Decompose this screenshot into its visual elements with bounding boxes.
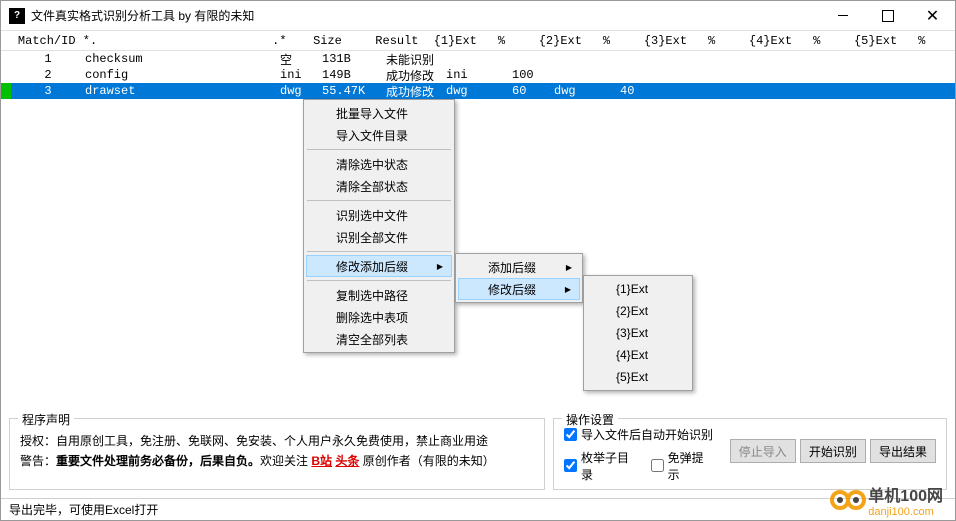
table-body: 1checksum空131B未能识别2configini149B成功修改ini1… [1,51,955,99]
col-p2[interactable]: % [599,34,640,48]
col-e4[interactable]: {4}Ext [745,34,809,48]
cb-enum-subdir[interactable]: 枚举子目录 [564,449,639,483]
mi-ext1[interactable]: {1}Ext [586,278,690,300]
mi-ext3[interactable]: {3}Ext [586,322,690,344]
col-p3[interactable]: % [704,34,745,48]
toutiao-link[interactable]: 头条 [335,454,359,468]
declare-line1: 授权：自用原创工具，免注册、免联网、免安装、个人用户永久免费使用，禁止商业用途 [20,431,534,451]
close-button[interactable]: ✕ [910,1,955,30]
ops-checkboxes: 导入文件后自动开始识别 枚举子目录 免弹提示 [564,426,714,483]
declare-panel: 程序声明 授权：自用原创工具，免注册、免联网、免安装、个人用户永久免费使用，禁止… [9,418,545,490]
col-size[interactable]: Size [309,34,371,48]
mi-ext5[interactable]: {5}Ext [586,366,690,388]
mi-modify-suffix[interactable]: 修改添加后缀 [306,255,452,277]
mi-identify-sel[interactable]: 识别选中文件 [306,204,452,226]
export-result-button[interactable]: 导出结果 [870,439,936,463]
mi-delete-sel[interactable]: 删除选中表项 [306,306,452,328]
col-e3[interactable]: {3}Ext [640,34,704,48]
col-result[interactable]: Result [371,34,429,48]
start-identify-button[interactable]: 开始识别 [800,439,866,463]
mi-ext2[interactable]: {2}Ext [586,300,690,322]
stop-import-button[interactable]: 停止导入 [730,439,796,463]
bottom-panel: 程序声明 授权：自用原创工具，免注册、免联网、免安装、个人用户永久免费使用，禁止… [9,418,947,490]
titlebar: ? 文件真实格式识别分析工具 by 有限的未知 ✕ [1,1,955,31]
window-title: 文件真实格式识别分析工具 by 有限的未知 [31,7,820,24]
table-area: Match/ID *. .* Size Result {1}Ext % {2}E… [1,31,955,410]
col-e5[interactable]: {5}Ext [850,34,914,48]
mi-clear-all-state[interactable]: 清除全部状态 [306,175,452,197]
ops-panel: 操作设置 导入文件后自动开始识别 枚举子目录 免弹提示 停止导入 开始识别 导出… [553,418,947,490]
context-menu-ext: {1}Ext {2}Ext {3}Ext {4}Ext {5}Ext [583,275,693,391]
table-row[interactable]: 1checksum空131B未能识别 [1,51,955,67]
app-icon: ? [9,8,25,24]
col-star[interactable]: .* [268,34,309,48]
bilibili-link[interactable]: B站 [311,454,332,468]
col-e1[interactable]: {1}Ext [430,34,494,48]
maximize-button[interactable] [865,1,910,30]
mi-batch-import[interactable]: 批量导入文件 [306,102,452,124]
declare-title: 程序声明 [18,411,74,428]
table-row[interactable]: 2configini149B成功修改ini100 [1,67,955,83]
col-e2[interactable]: {2}Ext [535,34,599,48]
col-p5[interactable]: % [914,34,955,48]
watermark-logo-icon [830,490,862,510]
watermark-title: 单机100网 [868,482,943,506]
table-row[interactable]: 3drawsetdwg55.47K成功修改dwg60dwg40 [1,83,955,99]
mi-clear-list[interactable]: 清空全部列表 [306,328,452,350]
ops-title: 操作设置 [562,411,618,428]
context-menu-suffix: 添加后缀 修改后缀 [455,253,583,303]
mi-copy-path[interactable]: 复制选中路径 [306,284,452,306]
declare-line2: 警告：重要文件处理前务必备份，后果自负。欢迎关注 B站 头条 原创作者（有限的未… [20,451,534,471]
window-buttons: ✕ [820,1,955,30]
col-p4[interactable]: % [809,34,850,48]
menu-sep [307,251,451,252]
minimize-button[interactable] [820,1,865,30]
declare-text: 授权：自用原创工具，免注册、免联网、免安装、个人用户永久免费使用，禁止商业用途 … [20,431,534,471]
mi-import-dir[interactable]: 导入文件目录 [306,124,452,146]
mi-identify-all[interactable]: 识别全部文件 [306,226,452,248]
mi-clear-sel-state[interactable]: 清除选中状态 [306,153,452,175]
col-p1[interactable]: % [494,34,535,48]
mi-change-suffix[interactable]: 修改后缀 [458,278,580,300]
watermark-url: danji100.com [868,506,943,518]
status-text: 导出完毕，可使用Excel打开 [9,501,158,518]
status-bar: 导出完毕，可使用Excel打开 [1,498,955,520]
mi-ext4[interactable]: {4}Ext [586,344,690,366]
cb-no-popup[interactable]: 免弹提示 [651,449,714,483]
cb-auto-identify[interactable]: 导入文件后自动开始识别 [564,426,714,443]
menu-sep [307,200,451,201]
mi-add-suffix[interactable]: 添加后缀 [458,256,580,278]
col-match[interactable]: Match/ID [11,34,79,48]
watermark: 单机100网 danji100.com [830,482,943,518]
context-menu-main: 批量导入文件 导入文件目录 清除选中状态 清除全部状态 识别选中文件 识别全部文… [303,99,455,353]
table-header: Match/ID *. .* Size Result {1}Ext % {2}E… [1,31,955,51]
menu-sep [307,149,451,150]
menu-sep [307,280,451,281]
col-name[interactable]: *. [79,34,268,48]
